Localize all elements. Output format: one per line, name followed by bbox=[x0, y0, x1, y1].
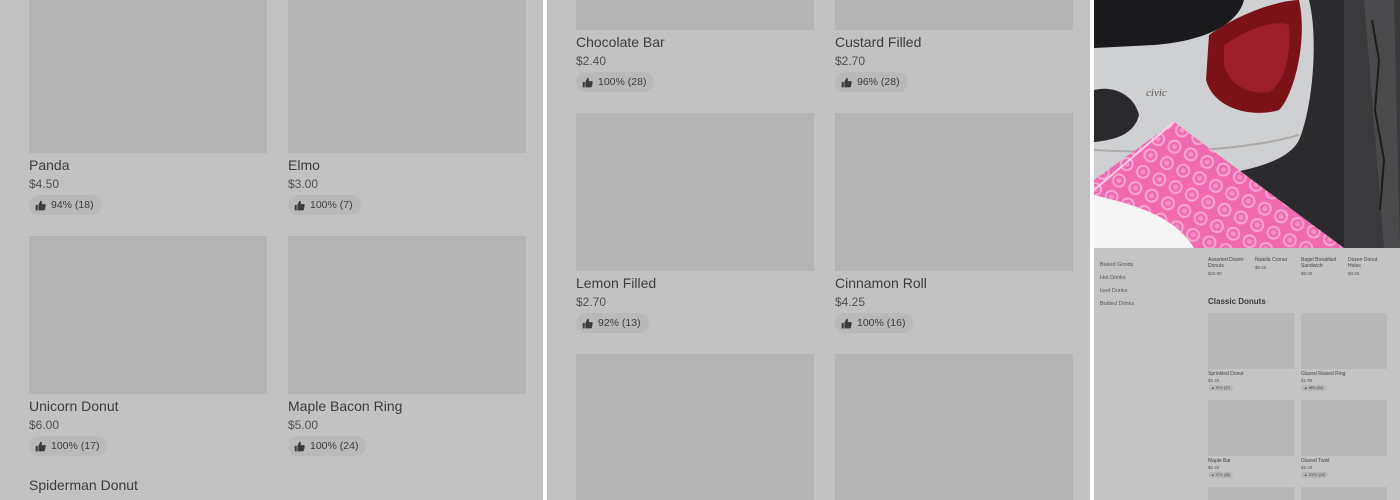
item-price: $4.25 bbox=[835, 295, 866, 309]
item-image[interactable] bbox=[1208, 400, 1294, 456]
sidebar-item[interactable]: Baked Goods bbox=[1100, 262, 1133, 268]
rating-badge: 96% (28) bbox=[835, 72, 908, 92]
item-price: $2.40 bbox=[1208, 378, 1220, 383]
thumbs-up-icon bbox=[35, 441, 46, 451]
rating-badge: 92% (13) bbox=[576, 313, 649, 333]
item-image bbox=[835, 113, 1073, 271]
item-image[interactable] bbox=[1301, 313, 1387, 369]
item-price: $1.95 bbox=[1301, 378, 1313, 383]
rating-text: 98% (36) bbox=[1308, 386, 1324, 390]
thumbs-up-icon bbox=[294, 441, 305, 451]
thumbs-up-icon bbox=[841, 318, 852, 328]
rating-text: 100% (7) bbox=[310, 199, 353, 211]
item-name[interactable]: Sprinkled Donut bbox=[1208, 371, 1244, 377]
item-price: $2.40 bbox=[576, 54, 607, 68]
item-image bbox=[288, 0, 526, 153]
rating-text: 100% (28) bbox=[598, 76, 647, 88]
menu-panel-left: Panda $4.50 94% (18) Elmo $3.00 100% (7)… bbox=[0, 0, 543, 500]
item-price: $4.25 bbox=[1348, 271, 1360, 276]
rating-badge: ▲ 100% (24) bbox=[1301, 472, 1329, 478]
rating-badge: 100% (7) bbox=[288, 195, 361, 215]
item-image bbox=[835, 0, 1073, 30]
item-name[interactable]: Glazed Raised Ring bbox=[1301, 371, 1345, 377]
thumbs-up-icon bbox=[35, 200, 46, 210]
rating-text: 94% (18) bbox=[51, 199, 94, 211]
item-image[interactable] bbox=[1301, 487, 1387, 500]
svg-text:civic: civic bbox=[1146, 87, 1167, 99]
item-price: $2.70 bbox=[576, 295, 607, 309]
rating-text: 97% (37) bbox=[1215, 386, 1231, 390]
item-price: $6.50 bbox=[1255, 265, 1267, 270]
rating-badge: 100% (16) bbox=[835, 313, 914, 333]
item-name: Elmo bbox=[288, 157, 320, 173]
item-image[interactable] bbox=[1208, 487, 1294, 500]
rating-badge: ▲ 97% (38) bbox=[1208, 472, 1234, 478]
item-name: Custard Filled bbox=[835, 34, 922, 50]
menu-panel-middle: Chocolate Bar $2.40 100% (28) Custard Fi… bbox=[547, 0, 1090, 500]
item-name[interactable]: Assorted Dozen Donuts bbox=[1208, 257, 1250, 269]
item-image bbox=[576, 0, 814, 30]
thumbs-up-icon bbox=[841, 77, 852, 87]
section-title: Classic Donuts bbox=[1208, 297, 1266, 306]
sidebar-item[interactable]: Hot Drinks bbox=[1100, 275, 1126, 281]
item-name: Panda bbox=[29, 157, 70, 173]
item-image bbox=[288, 236, 526, 394]
item-name[interactable]: Maple Bar bbox=[1208, 458, 1231, 464]
item-name[interactable]: Dozen Donut Holes bbox=[1348, 257, 1390, 269]
thumbs-up-icon bbox=[582, 318, 593, 328]
item-price: $4.50 bbox=[29, 177, 60, 191]
item-image[interactable] bbox=[835, 354, 1073, 500]
rating-text: 96% (28) bbox=[857, 76, 900, 88]
menu-panel-right: civic Baked Goods Hot Drinks Iced Drinks… bbox=[1094, 0, 1400, 500]
item-price: $6.00 bbox=[29, 418, 60, 432]
item-name: Maple Bacon Ring bbox=[288, 398, 403, 414]
item-name: Cinnamon Roll bbox=[835, 275, 927, 291]
rating-badge: ▲ 97% (37) bbox=[1208, 385, 1234, 391]
item-image[interactable] bbox=[1301, 400, 1387, 456]
item-name[interactable]: Nutella Cronut bbox=[1255, 257, 1297, 264]
rating-text: 92% (13) bbox=[598, 317, 641, 329]
item-image bbox=[29, 236, 267, 394]
hero-photo: civic bbox=[1094, 0, 1400, 248]
rating-badge: 94% (18) bbox=[29, 195, 102, 215]
thumbs-up-icon bbox=[294, 200, 305, 210]
item-price: $2.70 bbox=[835, 54, 866, 68]
sidebar-item[interactable]: Iced Drinks bbox=[1100, 288, 1128, 294]
sidebar-item[interactable]: Bottled Drinks bbox=[1100, 301, 1134, 307]
item-price: $2.40 bbox=[1301, 465, 1313, 470]
rating-text: 100% (16) bbox=[857, 317, 906, 329]
item-image[interactable] bbox=[576, 354, 814, 500]
item-price: $8.00 bbox=[1301, 271, 1313, 276]
rating-text: 100% (24) bbox=[310, 440, 359, 452]
item-price: $20.00 bbox=[1208, 271, 1222, 276]
thumbs-up-icon bbox=[582, 77, 593, 87]
rating-text: 97% (38) bbox=[1215, 473, 1231, 477]
rating-text: 100% (17) bbox=[51, 440, 100, 452]
item-image bbox=[576, 113, 814, 271]
item-image[interactable] bbox=[1208, 313, 1294, 369]
item-name[interactable]: Bagel Breakfast Sandwich bbox=[1301, 257, 1343, 269]
item-name: Chocolate Bar bbox=[576, 34, 665, 50]
rating-badge: 100% (28) bbox=[576, 72, 655, 92]
item-name: Lemon Filled bbox=[576, 275, 657, 291]
rating-badge: 100% (17) bbox=[29, 436, 108, 456]
item-name[interactable]: Glazed Twist bbox=[1301, 458, 1330, 464]
rating-badge: 100% (24) bbox=[288, 436, 367, 456]
item-image bbox=[29, 0, 267, 153]
item-price: $3.00 bbox=[288, 177, 319, 191]
item-name: Unicorn Donut bbox=[29, 398, 119, 414]
item-price: $5.00 bbox=[288, 418, 319, 432]
item-name: Spiderman Donut bbox=[29, 477, 138, 493]
rating-text: 100% (24) bbox=[1308, 473, 1326, 477]
item-price: $2.40 bbox=[1208, 465, 1220, 470]
rating-badge: ▲ 98% (36) bbox=[1301, 385, 1327, 391]
